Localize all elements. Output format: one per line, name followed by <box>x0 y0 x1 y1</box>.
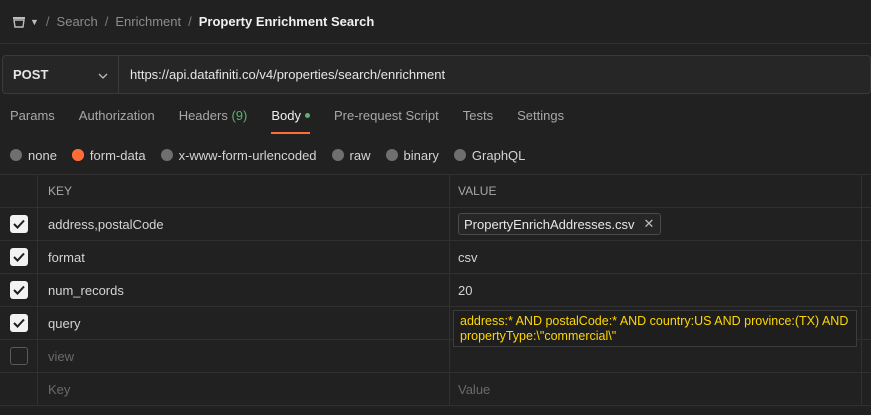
table-row: address,postalCode PropertyEnrichAddress… <box>0 208 871 241</box>
collection-icon[interactable] <box>12 15 26 29</box>
row-checkbox[interactable] <box>9 215 28 233</box>
row-value[interactable]: PropertyEnrichAddresses.csv ✕ <box>450 208 862 240</box>
row-end <box>862 274 871 306</box>
row-end <box>862 208 871 240</box>
body-type-graphql-label: GraphQL <box>471 147 526 163</box>
radio-form-data[interactable] <box>71 149 84 161</box>
row-key[interactable]: format <box>38 241 450 273</box>
breadcrumb-separator: / <box>188 14 192 29</box>
table-row: query address:* AND postalCode:* AND cou… <box>0 307 871 347</box>
chevron-down-icon <box>98 67 108 82</box>
breadcrumb-separator: / <box>45 14 50 29</box>
chevron-down-icon[interactable]: ▼ <box>30 17 39 27</box>
breadcrumb-item-enrichment[interactable]: Enrichment <box>115 14 181 29</box>
row-key[interactable]: view <box>38 340 450 372</box>
tab-headers[interactable]: Headers (9) <box>179 108 248 130</box>
body-type-none[interactable]: none <box>10 148 57 163</box>
new-key-input[interactable]: Key <box>38 373 450 405</box>
request-tabs: Params Authorization Headers (9) Body Pr… <box>10 108 588 134</box>
breadcrumb-separator: / <box>104 14 109 29</box>
body-type-raw[interactable]: raw <box>331 147 371 163</box>
radio-binary[interactable] <box>385 149 398 161</box>
row-check-cell <box>0 307 38 339</box>
form-data-table: KEY VALUE address,postalCode PropertyEnr… <box>0 174 871 406</box>
radio-graphql[interactable] <box>453 149 466 161</box>
column-header-key: KEY <box>38 175 450 207</box>
body-type-form-data-label: form-data <box>89 147 146 163</box>
row-check-cell <box>0 241 38 273</box>
table-row: format csv <box>0 241 871 274</box>
row-end <box>862 340 871 372</box>
table-header-end <box>862 175 871 207</box>
tab-authorization[interactable]: Authorization <box>79 108 155 130</box>
table-header-check <box>0 175 38 207</box>
tab-body[interactable]: Body <box>271 108 310 134</box>
column-header-value: VALUE <box>450 175 862 207</box>
row-end <box>862 373 871 405</box>
method-label: POST <box>13 67 49 82</box>
row-key[interactable]: num_records <box>38 274 450 306</box>
tab-prerequest-script[interactable]: Pre-request Script <box>334 108 439 130</box>
breadcrumb-item-search[interactable]: Search <box>57 14 98 29</box>
radio-raw[interactable] <box>331 149 344 161</box>
row-checkbox[interactable] <box>9 314 28 332</box>
body-type-form-data[interactable]: form-data <box>71 147 146 163</box>
page-title[interactable]: Property Enrichment Search <box>199 14 375 29</box>
row-checkbox[interactable] <box>9 281 28 299</box>
row-value[interactable]: csv <box>450 241 862 273</box>
row-key[interactable]: address,postalCode <box>38 208 450 240</box>
body-type-raw-label: raw <box>349 147 371 163</box>
table-row: num_records 20 <box>0 274 871 307</box>
table-header-row: KEY VALUE <box>0 175 871 208</box>
radio-urlencoded[interactable] <box>160 149 173 161</box>
request-url-bar: POST https://api.datafiniti.co/v4/proper… <box>2 55 871 94</box>
body-modified-indicator <box>304 113 310 119</box>
body-type-graphql[interactable]: GraphQL <box>453 147 526 163</box>
table-row-new: Key Value <box>0 373 871 406</box>
tab-params[interactable]: Params <box>10 108 55 130</box>
row-check-cell <box>0 274 38 306</box>
row-check-cell <box>0 208 38 240</box>
new-value-input[interactable]: Value <box>450 373 862 405</box>
tab-headers-label: Headers <box>178 108 228 123</box>
headers-count-badge: (9) <box>231 108 248 123</box>
row-end <box>862 241 871 273</box>
body-type-urlencoded[interactable]: x-www-form-urlencoded <box>160 147 317 163</box>
row-checkbox[interactable] <box>9 347 28 365</box>
radio-none[interactable] <box>10 149 22 161</box>
tab-body-label: Body <box>271 108 301 123</box>
body-type-none-label: none <box>28 147 57 163</box>
row-value[interactable]: 20 <box>450 274 862 306</box>
row-end <box>862 307 871 339</box>
file-name: PropertyEnrichAddresses.csv <box>464 216 635 232</box>
url-input[interactable]: https://api.datafiniti.co/v4/properties/… <box>119 56 870 93</box>
header-bar: ▼ / Search / Enrichment / Property Enric… <box>0 0 871 44</box>
tab-tests[interactable]: Tests <box>463 108 493 130</box>
body-type-urlencoded-label: x-www-form-urlencoded <box>178 147 317 163</box>
body-type-binary-label: binary <box>403 147 439 163</box>
row-key[interactable]: query <box>38 307 450 339</box>
body-type-selector: none form-data x-www-form-urlencoded raw… <box>10 146 540 164</box>
row-check-cell <box>0 373 38 405</box>
row-check-cell <box>0 340 38 372</box>
tab-settings[interactable]: Settings <box>517 108 564 130</box>
body-type-binary[interactable]: binary <box>385 147 439 163</box>
query-value-editor[interactable]: address:* AND postalCode:* AND country:U… <box>453 310 857 347</box>
close-icon[interactable]: ✕ <box>644 216 655 232</box>
file-chip: PropertyEnrichAddresses.csv ✕ <box>458 213 662 235</box>
method-select[interactable]: POST <box>3 56 119 93</box>
row-checkbox[interactable] <box>9 248 28 266</box>
